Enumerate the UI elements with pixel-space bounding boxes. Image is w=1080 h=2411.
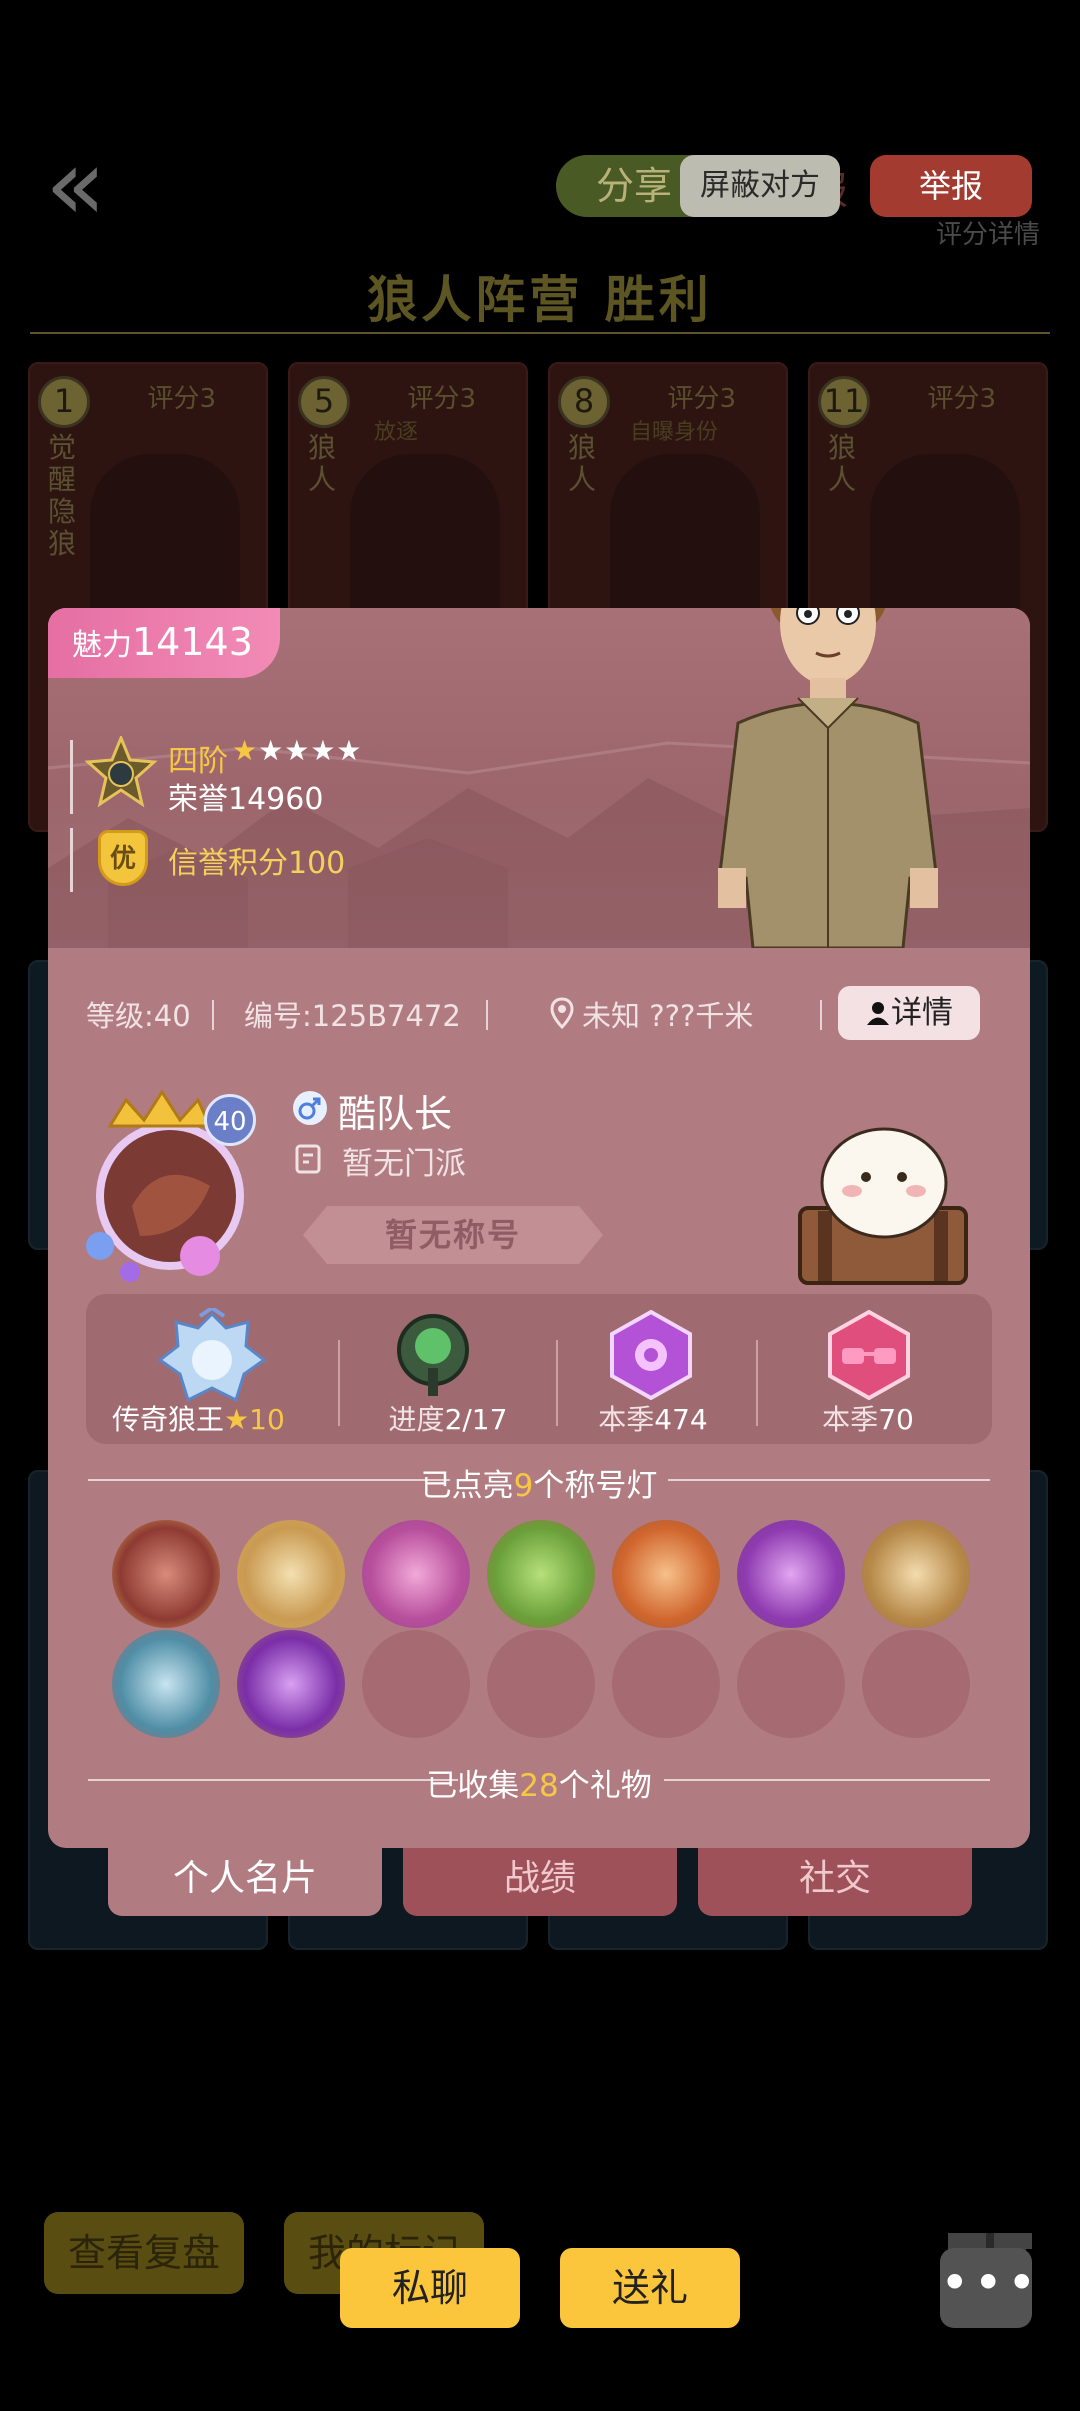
sect-text: 暂无门派 [342,1146,466,1182]
stat-value: 70 [878,1403,914,1436]
location-text: 未知 ???千米 [582,999,754,1033]
stat-label: 传奇狼王 [112,1403,225,1436]
purple-rose-hexagon-icon[interactable] [608,1310,694,1400]
empty-badge-slot [737,1630,845,1738]
stat-value: 474 [654,1403,708,1436]
gift-count: 28 [519,1768,559,1804]
pet-suitcase-mascot [798,1127,968,1285]
player-id[interactable]: 编号:125B7472 [244,993,461,1035]
tab-battle-record[interactable]: 战绩 [403,1848,677,1916]
level-text: 等级:40 [86,999,191,1033]
white-star-icon: ★★★★ [258,734,363,767]
profile-card-panel: 魅力14143 四阶 ★★★★★ 荣誉14960 优 信誉积分100 等级:40… [48,608,1030,1848]
green-gem-icon[interactable] [388,1308,478,1404]
credit-bar [70,828,73,892]
avatar-level-badge: 40 [204,1094,256,1146]
report-button[interactable]: 举报 [870,155,1032,217]
charm-badge: 魅力14143 [48,608,280,678]
seat-number: 8 [558,376,610,428]
player-score: 评分3 [927,384,996,414]
person-icon [865,989,891,1025]
heading-suffix: 个称号灯 [533,1468,658,1504]
legend-wolf-king-badge-icon[interactable] [156,1308,268,1408]
gold-star-icon: ★ [224,1403,250,1436]
separator [820,1000,822,1030]
heading-suffix: 个礼物 [558,1768,652,1804]
white-wolf-badge-icon[interactable] [237,1520,345,1628]
replay-button[interactable]: 查看复盘 [44,2212,244,2294]
tab-social[interactable]: 社交 [698,1848,972,1916]
player-role: 狼人 [568,431,597,496]
rank-emblem-icon [84,736,158,808]
empty-badge-slot [862,1630,970,1738]
blue-wolf-badge-icon[interactable] [112,1630,220,1738]
seat-number: 1 [38,376,90,428]
titles-lit-count: 9 [513,1468,534,1504]
player-tag: 放逐 [374,420,419,445]
credit-shield-icon: 优 [98,830,148,886]
stat-value: 10 [249,1403,285,1436]
location-pin-icon [550,997,574,1029]
stat-season-glasses: 本季70 [768,1398,968,1438]
game-result-title: 狼人阵营 胜利 [367,271,713,329]
separator [756,1340,758,1426]
separator [486,1000,488,1030]
male-icon [293,1091,327,1125]
portrait-cards-badge-icon[interactable] [862,1520,970,1628]
honor-points: 荣誉14960 [168,782,324,817]
detail-button[interactable]: 详情 [838,986,980,1040]
heading-prefix: 已点亮 [420,1468,514,1504]
player-role: 狼人 [828,431,857,496]
character-portrait [718,608,938,948]
stat-label: 进度 [388,1403,445,1436]
seat-number: 5 [298,376,350,428]
credit-score: 信誉积分100 [168,846,346,881]
detail-label: 详情 [891,995,953,1031]
charm-value: 14143 [132,620,253,664]
separator [212,1000,214,1030]
heading-prefix: 已收集 [426,1768,520,1804]
back-icon[interactable]: « [45,135,125,235]
tab-profile-card[interactable]: 个人名片 [108,1848,382,1916]
player-role: 狼人 [308,431,337,496]
avatar[interactable] [70,1086,290,1286]
empty-badge-slot [487,1630,595,1738]
green-scroll-badge-icon[interactable] [487,1520,595,1628]
stat-progress: 进度2/17 [348,1398,548,1438]
player-score: 评分3 [407,384,476,414]
empty-badge-slot [612,1630,720,1738]
player-name: 酷队长 [338,1092,453,1136]
stat-legend-wolf-king: 传奇狼王★10 [112,1398,372,1438]
player-score: 评分3 [667,384,736,414]
more-options-button[interactable]: ••• [940,2248,1036,2328]
gold-star-icon: ★ [232,734,259,767]
rating-detail-link[interactable]: 评分详情 [936,214,1040,251]
orange-claw-badge-icon[interactable] [612,1520,720,1628]
red-werewolf-badge-icon[interactable] [112,1520,220,1628]
title-plate[interactable]: 暂无称号 [303,1206,603,1264]
stat-season-roses: 本季474 [558,1398,748,1438]
purple-crystal-badge-icon[interactable] [237,1630,345,1738]
stat-label: 本季 [822,1403,879,1436]
player-role: 觉醒隐狼 [48,431,77,560]
send-gift-button[interactable]: 送礼 [560,2248,740,2328]
potion-bottles-badge-icon[interactable] [362,1520,470,1628]
pink-sunglasses-hexagon-icon[interactable] [826,1310,912,1400]
empty-badge-slot [362,1630,470,1738]
stat-value: 2/17 [444,1403,508,1436]
purple-witch-badge-icon[interactable] [737,1520,845,1628]
player-tag: 自曝身份 [630,420,719,445]
player-score: 评分3 [147,384,216,414]
rank-stars: ★★★★★ [232,734,363,767]
rank-bar [70,740,73,814]
gifts-heading: 已收集28个礼物 [48,1760,1030,1805]
private-chat-button[interactable]: 私聊 [340,2248,520,2328]
titles-lit-heading: 已点亮9个称号灯 [48,1460,1030,1505]
stat-label: 本季 [598,1403,655,1436]
sect-icon [295,1144,321,1174]
divider [30,332,1050,334]
block-button[interactable]: 屏蔽对方 [680,155,840,217]
seat-number: 11 [818,376,870,428]
charm-label: 魅力 [72,628,132,663]
